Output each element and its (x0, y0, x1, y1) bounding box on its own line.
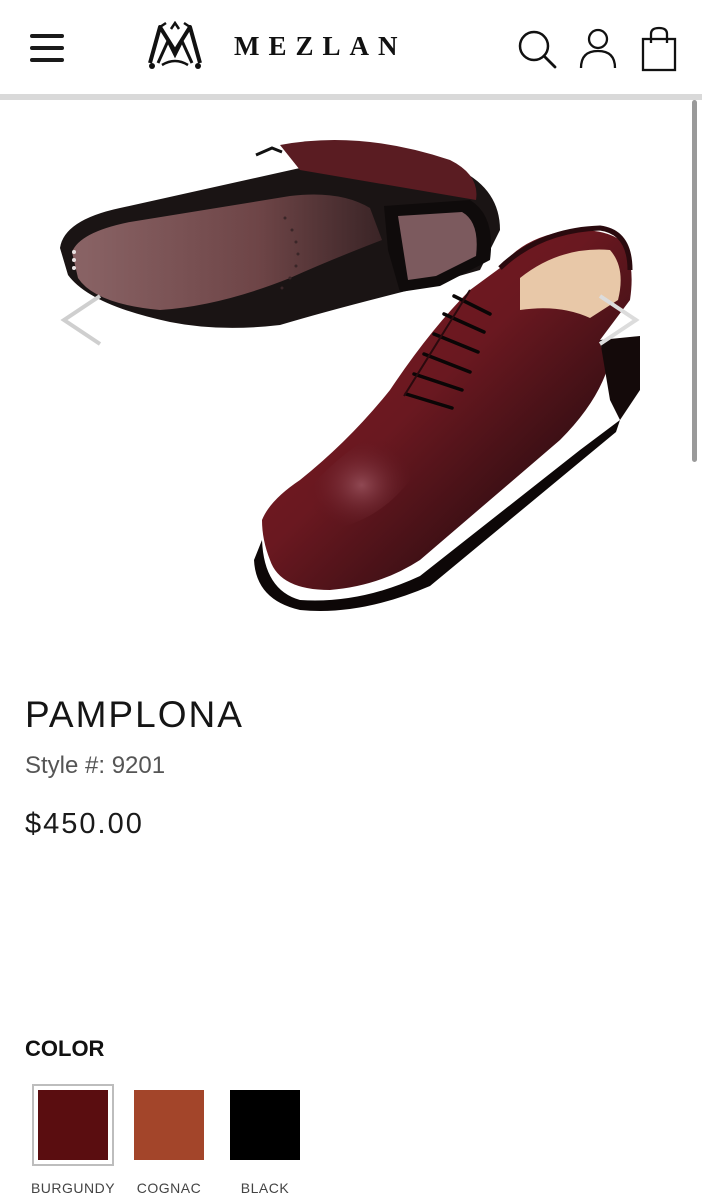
shopping-bag-icon[interactable] (637, 26, 679, 72)
monogram-icon (148, 21, 202, 69)
product-style-number: Style #: 9201 (25, 752, 166, 779)
swatch-frame (32, 1084, 114, 1166)
account-icon[interactable] (577, 26, 619, 72)
color-heading: COLOR (25, 1036, 105, 1061)
site-header: MEZLAN (0, 0, 702, 96)
color-swatch-black[interactable]: BLACK (217, 1084, 313, 1196)
brand-name: MEZLAN (234, 30, 407, 61)
product-price: $450.00 (25, 808, 144, 840)
product-image (60, 140, 640, 611)
swatch-frame (224, 1084, 306, 1166)
brand-logo[interactable]: MEZLAN (146, 20, 407, 72)
swatch-label: COGNAC (136, 1180, 202, 1196)
product-image-gallery[interactable] (0, 100, 702, 640)
swatch-frame (128, 1084, 210, 1166)
color-swatch-list: BURGUNDY COGNAC BLACK (25, 1084, 313, 1196)
product-page: MEZLAN PAMPLONA Style #: 9201 $450.00 CO… (0, 0, 702, 1200)
chevron-left-icon[interactable] (56, 290, 106, 350)
swatch-color (38, 1090, 108, 1160)
swatch-label: BLACK (240, 1180, 290, 1196)
menu-icon[interactable] (30, 34, 66, 64)
swatch-color (134, 1090, 204, 1160)
scrollbar[interactable] (692, 100, 697, 462)
color-swatch-cognac[interactable]: COGNAC (121, 1084, 217, 1196)
color-swatch-burgundy[interactable]: BURGUNDY (25, 1084, 121, 1196)
chevron-right-icon[interactable] (594, 290, 644, 350)
swatch-label: BURGUNDY (30, 1180, 116, 1196)
product-title: PAMPLONA (25, 694, 244, 735)
swatch-color (230, 1090, 300, 1160)
search-icon[interactable] (516, 26, 558, 72)
